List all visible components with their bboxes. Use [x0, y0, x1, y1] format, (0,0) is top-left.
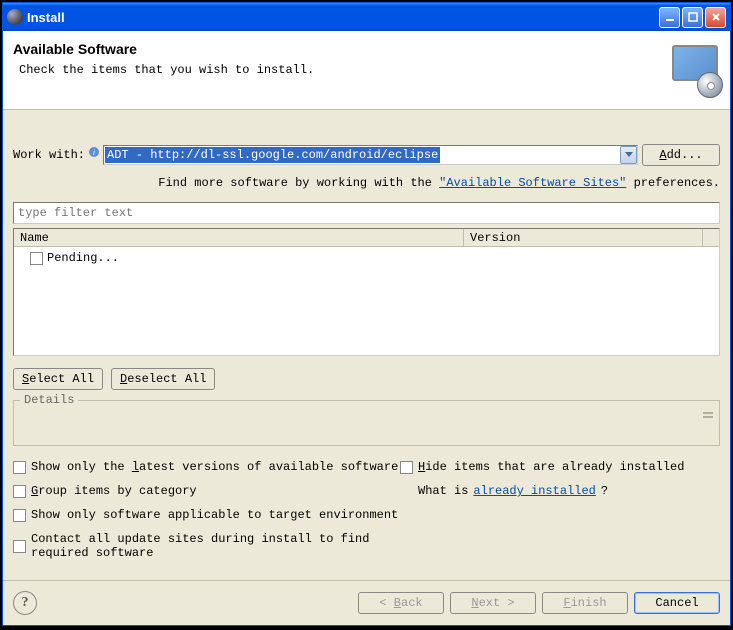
titlebar[interactable]: Install — [3, 3, 730, 31]
header-title: Available Software — [13, 41, 662, 57]
option-hide[interactable]: Hide items that are already installed — [400, 460, 720, 474]
back-button[interactable]: < Back — [358, 592, 444, 614]
table-row[interactable]: Pending... — [30, 251, 713, 265]
details-panel: Details — [13, 400, 720, 446]
add-button-label: Add... — [659, 148, 702, 162]
window-title: Install — [27, 10, 659, 25]
checkbox[interactable] — [13, 485, 26, 498]
column-scroll-spacer — [703, 229, 719, 246]
details-legend: Details — [20, 393, 78, 407]
next-button[interactable]: Next > — [450, 592, 536, 614]
work-with-value: ADT - http://dl-ssl.google.com/android/e… — [105, 147, 440, 163]
options-area: Show only the latest versions of availab… — [13, 460, 720, 560]
install-icon — [670, 45, 720, 95]
table-body: Pending... — [14, 247, 719, 269]
help-button[interactable]: ? — [13, 591, 37, 615]
filter-input[interactable] — [13, 202, 720, 224]
details-expand-icon[interactable] — [701, 407, 715, 423]
maximize-button[interactable] — [682, 7, 703, 28]
selection-buttons: Select All Deselect All — [13, 368, 720, 390]
minimize-button[interactable] — [659, 7, 680, 28]
column-name[interactable]: Name — [14, 229, 464, 246]
install-dialog: Install Available Software Check the ite… — [2, 2, 731, 626]
header-subtitle: Check the items that you wish to install… — [19, 63, 662, 77]
checkbox[interactable] — [400, 461, 413, 474]
work-with-combo[interactable]: ADT - http://dl-ssl.google.com/android/e… — [103, 145, 638, 165]
work-with-label: Work with: — [13, 148, 85, 162]
cancel-button[interactable]: Cancel — [634, 592, 720, 614]
already-installed-row: What is already installed? — [418, 484, 720, 498]
software-sites-hint: Find more software by working with the "… — [13, 176, 720, 190]
finish-button[interactable]: Finish — [542, 592, 628, 614]
content-area: Work with: i ADT - http://dl-ssl.google.… — [3, 110, 730, 580]
work-with-row: Work with: i ADT - http://dl-ssl.google.… — [13, 144, 720, 166]
dialog-header: Available Software Check the items that … — [3, 31, 730, 110]
checkbox[interactable] — [13, 509, 26, 522]
table-header: Name Version — [14, 229, 719, 247]
available-software-sites-link[interactable]: "Available Software Sites" — [439, 176, 626, 190]
option-latest[interactable]: Show only the latest versions of availab… — [13, 460, 400, 474]
option-group[interactable]: Group items by category — [13, 484, 400, 498]
close-button[interactable] — [705, 7, 726, 28]
column-version[interactable]: Version — [464, 229, 703, 246]
window-controls — [659, 7, 726, 28]
option-contact[interactable]: Contact all update sites during install … — [13, 532, 400, 560]
already-installed-link[interactable]: already installed — [473, 484, 595, 498]
add-button[interactable]: Add... — [642, 144, 720, 166]
dialog-footer: ? < Back Next > Finish Cancel — [3, 580, 730, 625]
info-icon[interactable]: i — [89, 147, 99, 157]
pending-label: Pending... — [47, 251, 119, 265]
checkbox[interactable] — [13, 540, 26, 553]
row-checkbox[interactable] — [30, 252, 43, 265]
select-all-button[interactable]: Select All — [13, 368, 103, 390]
chevron-down-icon[interactable] — [620, 146, 637, 164]
option-applicable[interactable]: Show only software applicable to target … — [13, 508, 400, 522]
deselect-all-button[interactable]: Deselect All — [111, 368, 215, 390]
checkbox[interactable] — [13, 461, 26, 474]
eclipse-icon — [7, 9, 23, 25]
software-table: Name Version Pending... — [13, 228, 720, 356]
